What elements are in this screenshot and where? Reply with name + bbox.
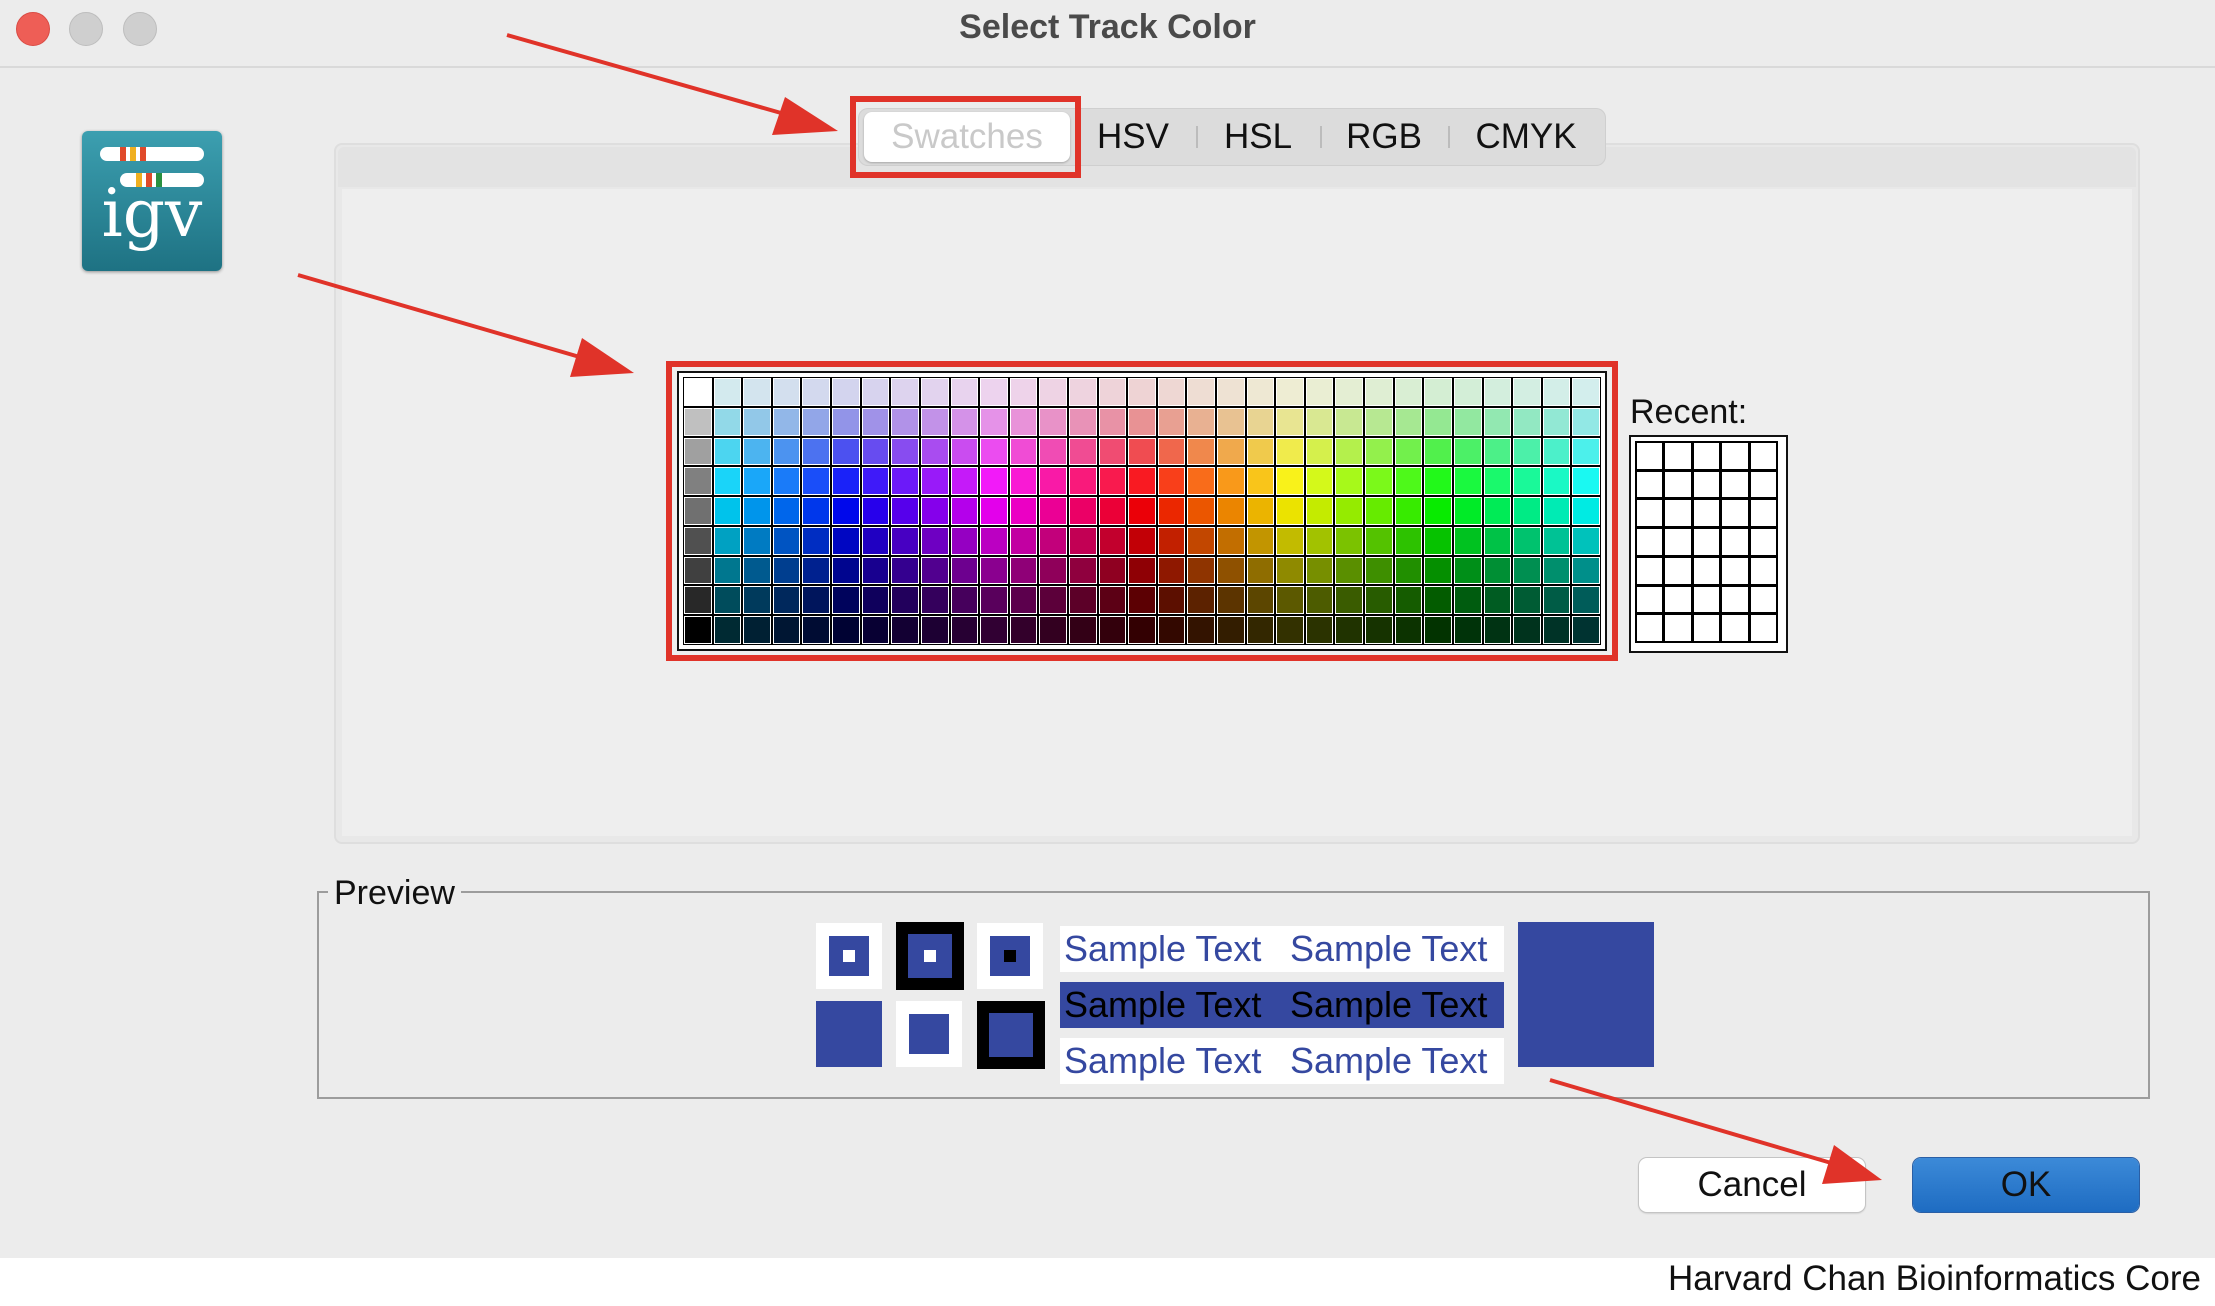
arrow-to-swatch-grid [297, 273, 591, 362]
arrowhead-1 [772, 97, 838, 135]
arrowhead-2 [570, 338, 634, 377]
arrow-to-ok [1549, 1078, 1839, 1167]
footer-credit: Harvard Chan Bioinformatics Core [1668, 1259, 2201, 1298]
arrowhead-3 [1822, 1145, 1882, 1184]
arrow-to-swatches-tab [506, 33, 796, 119]
annotation-arrows [297, 33, 1882, 1184]
color-chooser-dialog: Select Track Color igv Swatches HSV HSL … [0, 0, 2215, 1258]
